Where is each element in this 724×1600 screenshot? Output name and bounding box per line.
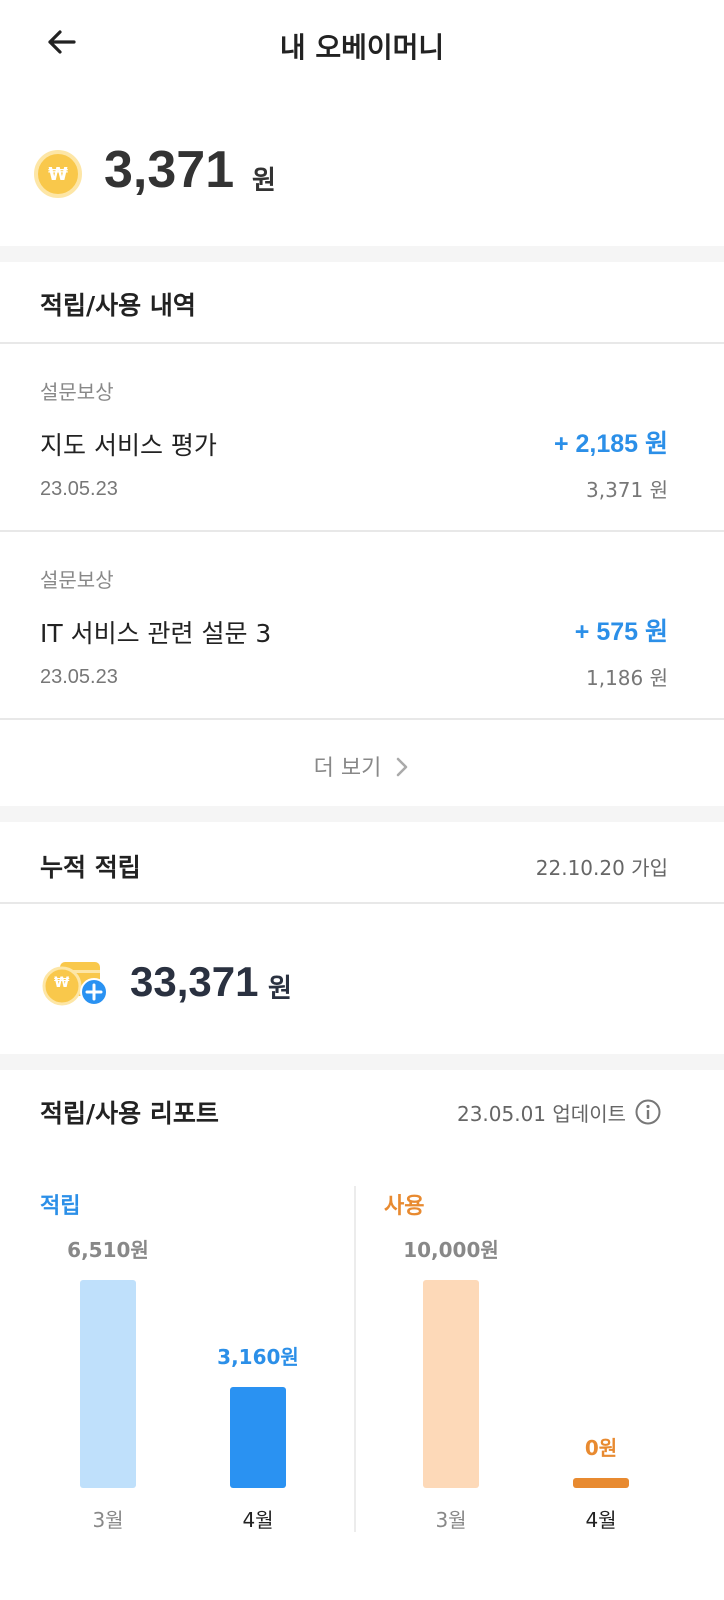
history-item-title: IT 서비스 관련 설문 3 xyxy=(40,619,272,648)
history-item-title: 지도 서비스 평가 xyxy=(40,431,217,460)
cumulative-section-title: 누적 적립 xyxy=(40,853,141,882)
section-gap xyxy=(0,246,724,262)
won-symbol-icon: ₩ xyxy=(54,975,70,991)
history-item-amount: + 2,185 원 xyxy=(553,430,668,458)
spend-month-label: 4월 xyxy=(585,1508,617,1532)
history-item[interactable]: 설문보상 지도 서비스 평가 23.05.23 + 2,185 원 3,371 … xyxy=(0,344,724,530)
spend-month-label: 3월 xyxy=(435,1508,467,1532)
history-section-title: 적립/사용 내역 xyxy=(40,291,196,320)
history-item-date: 23.05.23 xyxy=(40,666,118,688)
history-item-amount: + 575 원 xyxy=(574,618,668,646)
history-item-category: 설문보상 xyxy=(40,568,114,592)
spend-bar xyxy=(423,1280,479,1488)
spend-bar-value-label: 10,000원 xyxy=(403,1238,499,1262)
divider xyxy=(0,902,724,904)
earn-bar-value-label: 3,160원 xyxy=(217,1345,299,1369)
earn-bar xyxy=(230,1387,286,1488)
history-item-category: 설문보상 xyxy=(40,380,114,404)
history-item[interactable]: 설문보상 IT 서비스 관련 설문 3 23.05.23 + 575 원 1,1… xyxy=(0,532,724,718)
more-button-label: 더 보기 xyxy=(313,756,382,781)
balance-section: ₩ 3,371 원 xyxy=(0,120,724,240)
chart-divider xyxy=(354,1186,356,1532)
report-section-title: 적립/사용 리포트 xyxy=(40,1099,219,1128)
page-title: 내 오베이머니 xyxy=(279,31,445,64)
app-header: 내 오베이머니 xyxy=(0,0,724,88)
earn-bar-value-label: 6,510원 xyxy=(67,1238,149,1262)
spend-bar xyxy=(573,1478,629,1488)
chevron-right-icon xyxy=(397,757,408,777)
report-updated-date: 23.05.01 업데이트 xyxy=(456,1102,626,1126)
earn-month-label: 3월 xyxy=(92,1508,124,1532)
earn-bar xyxy=(80,1280,136,1488)
coin-stack-plus-icon: ₩ xyxy=(40,958,110,1008)
earn-label: 적립 xyxy=(40,1194,81,1219)
balance-amount: 3,371 xyxy=(104,141,235,199)
spend-bar-value-label: 0원 xyxy=(584,1436,618,1460)
join-date: 22.10.20 가입 xyxy=(535,856,668,880)
history-item-date: 23.05.23 xyxy=(40,478,118,500)
spend-label: 사용 xyxy=(384,1194,425,1219)
history-item-balance: 3,371 원 xyxy=(585,478,668,502)
cumulative-amount: 33,371 xyxy=(130,958,259,1005)
section-gap xyxy=(0,1054,724,1070)
section-gap xyxy=(0,806,724,822)
history-item-balance: 1,186 원 xyxy=(585,666,668,690)
cumulative-unit: 원 xyxy=(268,974,292,1004)
won-coin-icon: ₩ xyxy=(34,150,82,198)
divider xyxy=(0,718,724,720)
more-button[interactable]: 더 보기 xyxy=(0,750,724,782)
balance-unit: 원 xyxy=(252,166,276,196)
earn-month-label: 4월 xyxy=(242,1508,274,1532)
info-icon[interactable] xyxy=(634,1098,662,1126)
